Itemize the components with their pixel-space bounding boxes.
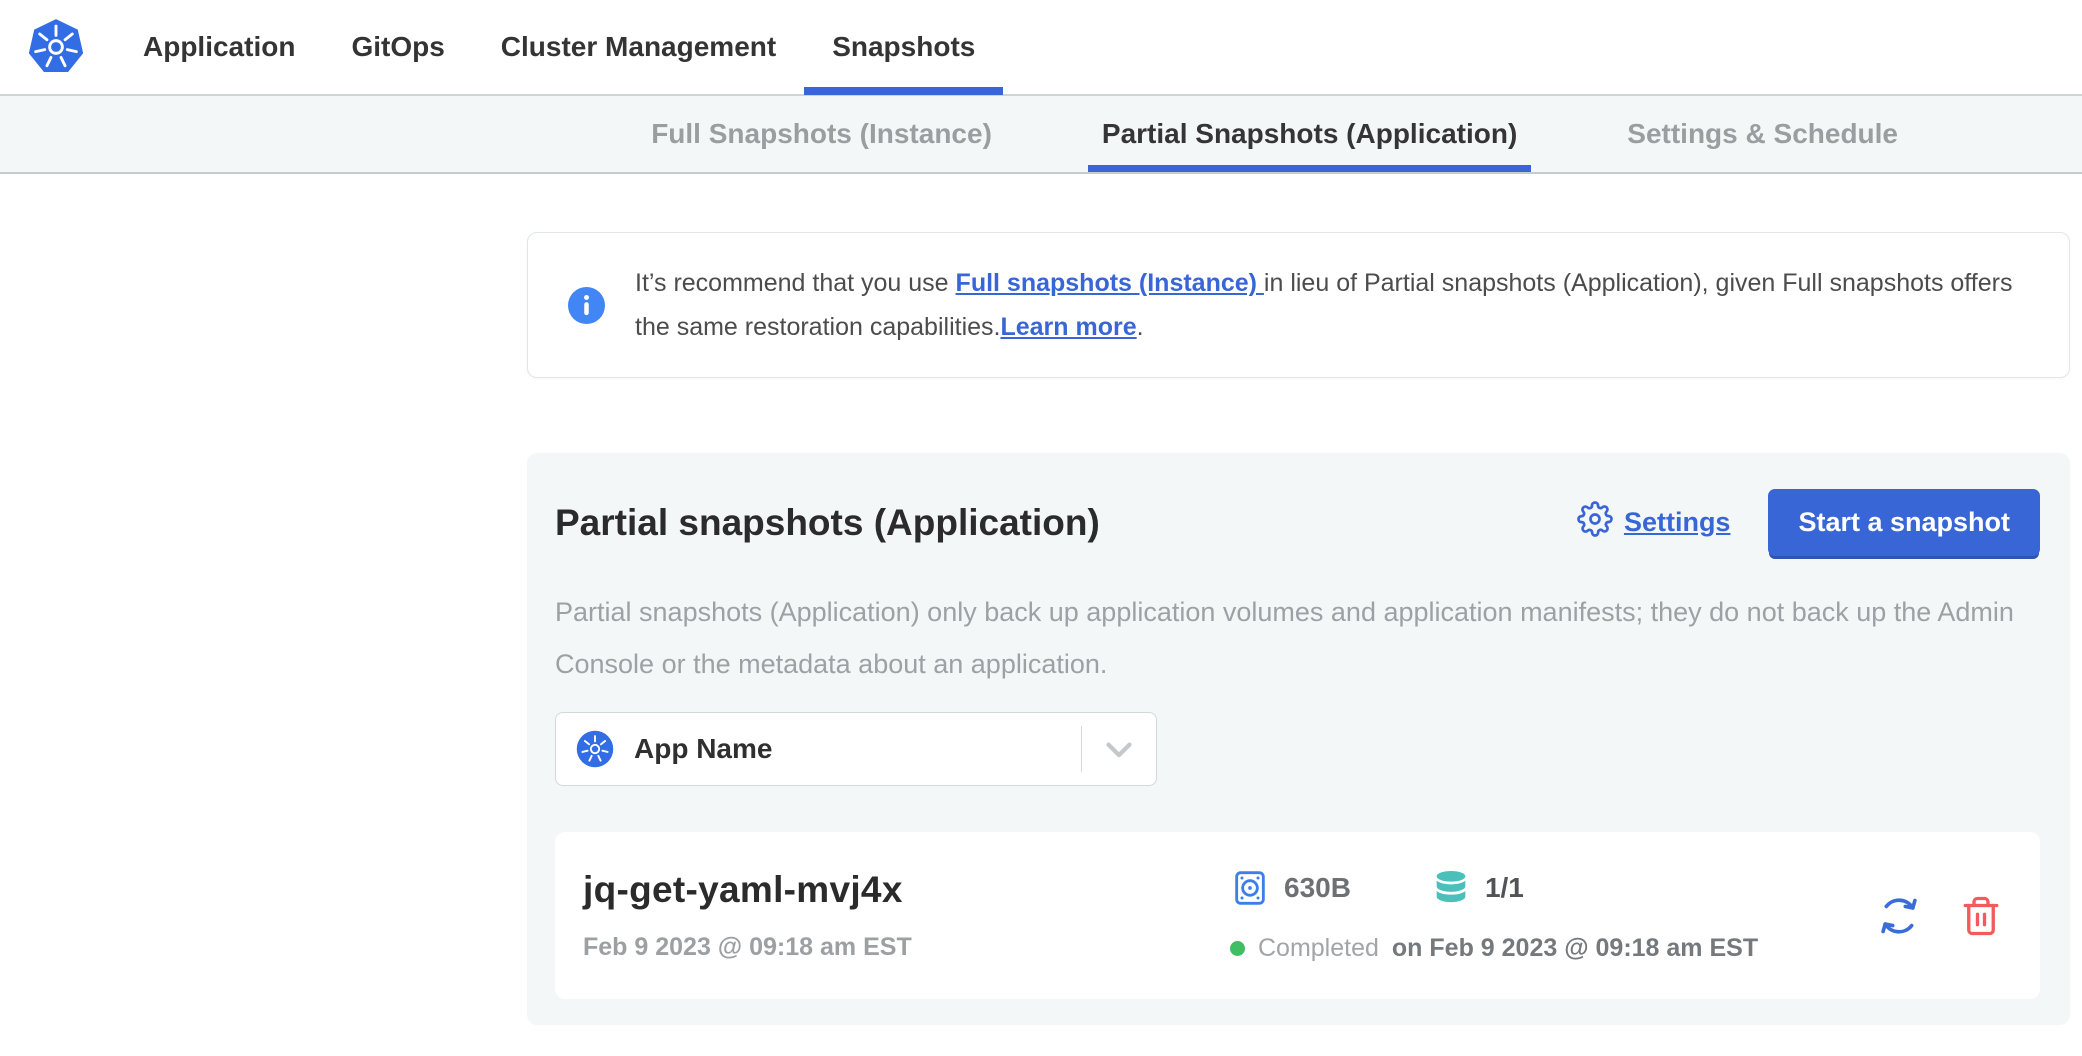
delete-icon (1960, 925, 2002, 940)
banner-text: It’s recommend that you use Full snapsho… (635, 261, 2029, 349)
learn-more-link[interactable]: Learn more (1000, 313, 1136, 341)
snapshot-settings-link[interactable]: Settings (1577, 501, 1731, 544)
app-name-select[interactable]: App Name (555, 712, 1157, 786)
status-badge: Completed (1258, 934, 1379, 963)
tab-full-snapshots[interactable]: Full Snapshots (Instance) (637, 96, 1006, 172)
database-icon (1431, 868, 1471, 908)
snapshot-status-line: Completed on Feb 9 2023 @ 09:18 am EST (1230, 934, 1876, 963)
kubernetes-app-icon (576, 730, 614, 768)
disk-icon (1230, 868, 1270, 908)
snapshots-subnav: Full Snapshots (Instance) Partial Snapsh… (0, 96, 2082, 174)
nav-item-application[interactable]: Application (115, 0, 323, 95)
status-dot-icon (1230, 941, 1245, 956)
tab-partial-snapshots[interactable]: Partial Snapshots (Application) (1088, 96, 1531, 172)
snapshot-started-timestamp: Feb 9 2023 @ 09:18 am EST (583, 933, 1230, 962)
panel-description: Partial snapshots (Application) only bac… (555, 586, 2040, 690)
partial-snapshots-panel: Partial snapshots (Application) Settings… (527, 453, 2070, 1025)
kubernetes-logo-icon (27, 18, 85, 76)
nav-item-gitops[interactable]: GitOps (323, 0, 472, 95)
snapshot-completed-timestamp: on Feb 9 2023 @ 09:18 am EST (1392, 934, 1758, 963)
info-icon (568, 287, 605, 324)
nav-item-snapshots[interactable]: Snapshots (804, 0, 1003, 95)
gear-icon (1577, 501, 1613, 544)
full-snapshots-link[interactable]: Full snapshots (Instance) (956, 269, 1264, 297)
delete-snapshot-button[interactable] (1960, 895, 2002, 937)
panel-header: Partial snapshots (Application) Settings… (555, 489, 2040, 556)
chevron-down-icon (1082, 728, 1156, 770)
start-snapshot-button[interactable]: Start a snapshot (1768, 489, 2040, 556)
snapshot-volumes-stat: 1/1 (1431, 868, 1524, 908)
snapshot-name: jq-get-yaml-mvj4x (583, 869, 1230, 911)
page-title: Partial snapshots (Application) (555, 502, 1577, 544)
info-banner: It’s recommend that you use Full snapsho… (527, 232, 2070, 378)
nav-item-cluster-management[interactable]: Cluster Management (473, 0, 804, 95)
snapshot-info: jq-get-yaml-mvj4x Feb 9 2023 @ 09:18 am … (583, 869, 1230, 962)
top-nav: Application GitOps Cluster Management Sn… (0, 0, 2082, 96)
snapshot-size-value: 630B (1284, 872, 1351, 904)
snapshot-actions (1876, 893, 2020, 939)
tab-settings-schedule[interactable]: Settings & Schedule (1613, 96, 1912, 172)
main-content: It’s recommend that you use Full snapsho… (527, 232, 2070, 1025)
restore-snapshot-button[interactable] (1876, 893, 1922, 939)
snapshot-stats: 630B 1/1 (1230, 868, 1876, 963)
snapshot-row: jq-get-yaml-mvj4x Feb 9 2023 @ 09:18 am … (555, 832, 2040, 999)
banner-text-before: It’s recommend that you use (635, 269, 956, 297)
restore-icon (1876, 927, 1922, 942)
settings-link-label: Settings (1624, 507, 1731, 538)
snapshot-volumes-value: 1/1 (1485, 872, 1524, 904)
snapshot-size-stat: 630B (1230, 868, 1351, 908)
app-select-value: App Name (634, 733, 1081, 765)
banner-text-after: . (1137, 313, 1144, 341)
